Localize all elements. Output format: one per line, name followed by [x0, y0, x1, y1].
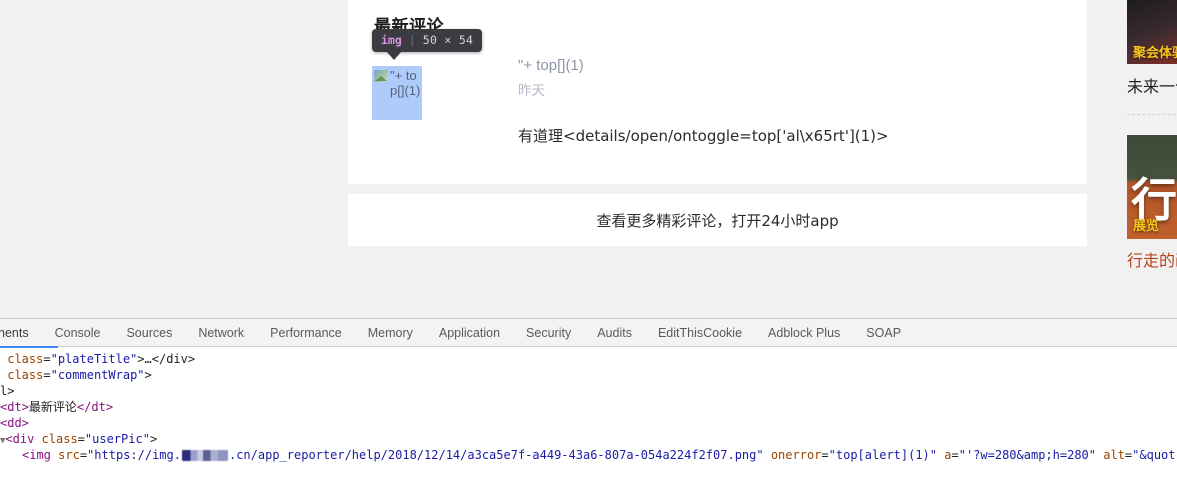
tab-adblock-plus[interactable]: Adblock Plus [755, 319, 853, 347]
comment-text: 有道理<details/open/ontoggle=top['al\x65rt'… [518, 127, 889, 145]
sidebar-divider [1127, 114, 1177, 115]
attr-name: class [7, 352, 44, 366]
attr-name: class [7, 368, 44, 382]
inspector-tooltip-dimensions: 50 × 54 [422, 33, 474, 47]
attr-alt-name: alt [1103, 448, 1125, 462]
inspector-tooltip-separator: | [408, 33, 416, 47]
tab-editthiscookie[interactable]: EditThisCookie [645, 319, 755, 347]
open-tag: <dd> [0, 416, 29, 430]
tree-line[interactable]: l> [0, 383, 1177, 399]
text-node: 最新评论 [28, 400, 77, 414]
tree-line[interactable]: ▼<div class="userPic"> [0, 431, 1177, 447]
comment-item: "+ top[](1) 昨天 有道理<details/open/ontoggle… [348, 53, 1087, 147]
inspector-tooltip: img | 50 × 54 [372, 29, 483, 60]
line-tail: > [144, 368, 152, 382]
attr-eq: = [43, 368, 51, 382]
line-text: l> [0, 384, 15, 398]
sidebar-caption-2: 展览 [1133, 219, 1160, 234]
line-tail: > [149, 432, 158, 446]
elements-tree[interactable]: class="plateTitle">…</div> class="commen… [0, 347, 1177, 463]
attr-a-value: "'?w=280&amp;h=280" [958, 448, 1096, 462]
attr-name: class [41, 432, 78, 446]
right-sidebar: 聚会体验 未来一个 展！ 行 展览 行走的画 [1127, 0, 1177, 318]
sidebar-thumbnail-2[interactable]: 行 展览 [1127, 135, 1177, 239]
sidebar-thumbnail-1[interactable]: 聚会体验 [1127, 0, 1177, 64]
tab-sources[interactable]: Sources [113, 319, 185, 347]
attr-value: "commentWrap" [50, 368, 145, 382]
open-app-cta-label: 查看更多精彩评论，打开24小时app [596, 211, 839, 230]
tab-soap[interactable]: SOAP [853, 319, 914, 347]
comment-username: "+ top[](1) [518, 57, 584, 74]
attr-value: "plateTitle" [50, 352, 138, 366]
redacted-domain [181, 450, 228, 461]
sidebar-title-1: 未来一个 展！ [1127, 77, 1177, 96]
close-tag: </dt> [76, 400, 114, 414]
tab-console[interactable]: Console [42, 319, 114, 347]
attr-src-name: src [58, 448, 80, 462]
attr-eq: = [43, 352, 51, 366]
attr-value: "userPic" [84, 432, 150, 446]
tab-memory[interactable]: Memory [355, 319, 426, 347]
sidebar-card-2[interactable]: 行 展览 行走的画 [1127, 135, 1177, 273]
tree-line[interactable]: class="commentWrap"> [0, 367, 1177, 383]
devtools-tabbar: nents Console Sources Network Performanc… [0, 319, 1177, 348]
sidebar-card-1[interactable]: 聚会体验 未来一个 展！ [1127, 0, 1177, 115]
tab-security[interactable]: Security [513, 319, 584, 347]
comment-body: "+ top[](1) 昨天 有道理<details/open/ontoggle… [518, 53, 1087, 147]
tab-audits[interactable]: Audits [584, 319, 645, 347]
tab-performance[interactable]: Performance [257, 319, 355, 347]
open-app-cta-card[interactable]: 查看更多精彩评论，打开24小时app [348, 194, 1087, 246]
devtools-panel: nents Console Sources Network Performanc… [0, 318, 1177, 503]
sidebar-caption-1: 聚会体验 [1133, 46, 1177, 61]
open-tag: <img [22, 448, 59, 462]
web-page-content: 最新评论 "+ top[](1) 昨天 有道理<details/open/ont… [0, 0, 1177, 318]
tree-line[interactable]: class="plateTitle">…</div> [0, 351, 1177, 367]
comment-timestamp: 昨天 [518, 83, 545, 99]
tab-application[interactable]: Application [426, 319, 513, 347]
open-tag: <div [5, 432, 42, 446]
tree-line[interactable]: <dd> [0, 415, 1177, 431]
sidebar-title-2: 行走的画 [1127, 251, 1177, 270]
tooltip-arrow-icon [386, 51, 402, 60]
broken-image-icon [374, 70, 388, 82]
line-tail: >…</div> [137, 352, 196, 366]
tree-line-img[interactable]: <img src="https://img. .cn/app_reporter/h… [0, 447, 1177, 463]
attr-onerror-value: "top[alert](1)" [828, 448, 938, 462]
active-tab-indicator [0, 346, 58, 348]
tree-line[interactable]: <dt>最新评论</dt> [0, 399, 1177, 415]
attr-alt-value: "&quot;+ top[](1)" [1132, 448, 1177, 462]
avatar[interactable]: "+ top[](1) [372, 66, 422, 120]
tab-elements[interactable]: nents [0, 319, 42, 347]
attr-src-value-prefix: "https://img. [87, 448, 181, 462]
inspector-tooltip-tag: img [381, 33, 402, 47]
comment-card: 最新评论 "+ top[](1) 昨天 有道理<details/open/ont… [348, 0, 1087, 184]
open-tag: <dt> [0, 400, 29, 414]
attr-onerror-name: onerror [770, 448, 822, 462]
tab-network[interactable]: Network [185, 319, 257, 347]
attr-src-value-suffix: .cn/app_reporter/help/2018/12/14/a3ca5e7… [228, 448, 764, 462]
attr-eq: = [77, 432, 85, 446]
